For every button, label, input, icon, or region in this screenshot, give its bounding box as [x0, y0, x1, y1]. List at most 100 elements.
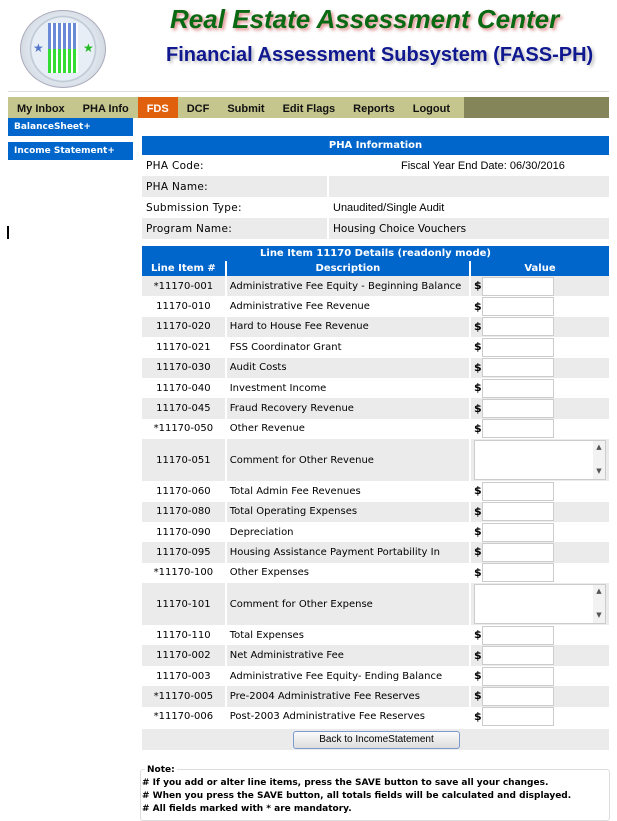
tab-edit-flags[interactable]: Edit Flags: [274, 97, 345, 118]
table-row: 11170-080 Total Operating Expenses $: [142, 501, 609, 522]
line-item-value: $: [471, 563, 609, 583]
value-input[interactable]: [482, 358, 554, 378]
value-input[interactable]: [482, 337, 554, 357]
table-row: 11170-101 Comment for Other Expense ▲ ▼: [142, 583, 609, 626]
table-row: 11170-003 Administrative Fee Equity- Endi…: [142, 666, 609, 686]
value-input[interactable]: [482, 378, 554, 398]
currency-symbol: $: [474, 525, 482, 539]
line-item-value: ▲ ▼: [471, 583, 609, 626]
line-item-number: 11170-002: [142, 645, 225, 666]
line-item-description: Housing Assistance Payment Portability I…: [226, 542, 469, 563]
line-item-number: *11170-050: [153, 423, 214, 435]
line-item-value: $: [471, 481, 609, 501]
line-item-number: 11170-110: [156, 629, 211, 641]
note-line: # If you add or alter line items, press …: [142, 778, 549, 788]
table-row: 11170-020 Hard to House Fee Revenue $: [142, 316, 609, 338]
tab-reports[interactable]: Reports: [344, 97, 404, 118]
line-item-description: Comment for Other Revenue: [226, 439, 469, 482]
line-item-value: $: [471, 666, 609, 686]
line-item-number: *11170-001: [142, 276, 225, 297]
line-item-description: Total Operating Expenses: [226, 501, 469, 522]
tab-my-inbox[interactable]: My Inbox: [8, 97, 74, 118]
line-item-number: 11170-090: [156, 526, 211, 538]
value-input[interactable]: [482, 707, 554, 727]
value-input[interactable]: [482, 646, 554, 666]
value-input[interactable]: [482, 522, 554, 542]
pha-name-label: PHA Name:: [142, 176, 327, 197]
back-to-income-statement-button[interactable]: Back to IncomeStatement: [293, 731, 460, 749]
line-item-number: 11170-003: [156, 670, 211, 682]
currency-symbol: $: [474, 401, 482, 415]
program-name-value: Housing Choice Vouchers: [329, 218, 609, 239]
currency-symbol: $: [474, 709, 482, 723]
line-item-value: $: [471, 419, 609, 439]
value-input[interactable]: [482, 399, 554, 419]
line-item-value: $: [471, 501, 609, 522]
currency-symbol: $: [474, 299, 482, 313]
value-input[interactable]: [482, 481, 554, 501]
value-input[interactable]: [482, 419, 554, 439]
comment-textarea[interactable]: ▲ ▼: [474, 440, 606, 481]
value-input[interactable]: [482, 317, 554, 337]
line-item-description: Comment for Other Expense: [226, 583, 469, 626]
site-subtitle: Financial Assessment Subsystem (FASS-PH): [166, 44, 594, 66]
scrollbar[interactable]: ▲ ▼: [593, 585, 605, 624]
line-item-details-table: Line Item 11170 Details (readonly mode) …: [140, 246, 611, 727]
line-item-value: $: [471, 296, 609, 317]
line-item-number: 11170-020: [142, 316, 225, 338]
line-item-description: Investment Income: [229, 382, 327, 394]
line-item-number: 11170-060: [156, 485, 211, 497]
note-line: # All fields marked with * are mandatory…: [142, 804, 352, 814]
table-row: *11170-050 Other Revenue $: [142, 419, 609, 439]
line-item-description: Depreciation: [229, 526, 294, 538]
tab-submit[interactable]: Submit: [218, 97, 273, 118]
value-input[interactable]: [482, 502, 554, 522]
comment-textarea[interactable]: ▲ ▼: [474, 584, 606, 625]
line-item-number: *11170-006: [153, 711, 214, 723]
site-title: Real Estate Assessment Center: [170, 4, 560, 34]
value-input[interactable]: [482, 542, 554, 562]
line-item-description: Administrative Fee Equity- Ending Balanc…: [229, 670, 443, 682]
currency-symbol: $: [474, 689, 482, 703]
line-item-number: 11170-021: [156, 341, 211, 353]
col-description: Description: [226, 261, 469, 276]
table-row: *11170-005 Pre-2004 Administrative Fee Re…: [142, 686, 609, 707]
line-item-value: $: [471, 337, 609, 357]
table-row: 11170-095 Housing Assistance Payment Port…: [142, 542, 609, 563]
col-line-item: Line Item #: [142, 261, 225, 276]
sidebar-item-balance-sheet[interactable]: BalanceSheet+: [8, 118, 133, 137]
value-input[interactable]: [482, 297, 554, 317]
line-item-description: Post-2003 Administrative Fee Reserves: [229, 711, 425, 723]
currency-symbol: $: [474, 340, 482, 354]
program-name-label: Program Name:: [142, 218, 327, 239]
value-input[interactable]: [482, 625, 554, 645]
tab-pha-info[interactable]: PHA Info: [74, 97, 138, 118]
value-input[interactable]: [482, 563, 554, 583]
tab-logout[interactable]: Logout: [404, 97, 459, 118]
line-item-value: $: [471, 645, 609, 666]
table-row: *11170-100 Other Expenses $: [142, 563, 609, 583]
line-item-description: Hard to House Fee Revenue: [226, 316, 469, 338]
pha-name-value: [329, 176, 609, 197]
value-input[interactable]: [482, 276, 554, 296]
sidebar-item-income-statement[interactable]: Income Statement+: [8, 142, 133, 161]
value-input[interactable]: [482, 666, 554, 686]
currency-symbol: $: [474, 360, 482, 374]
line-item-number: 11170-010: [156, 301, 211, 313]
line-item-description: Audit Costs: [226, 357, 469, 378]
table-row: *11170-006 Post-2003 Administrative Fee R…: [142, 707, 609, 727]
value-input[interactable]: [482, 686, 554, 706]
text-cursor: [7, 226, 9, 239]
table-row: 11170-051 Comment for Other Revenue ▲ ▼: [142, 439, 609, 482]
scrollbar[interactable]: ▲ ▼: [593, 441, 605, 480]
line-item-number: 11170-045: [142, 398, 225, 419]
pha-information-table: PHA Information PHA Code: Fiscal Year End…: [140, 136, 611, 239]
tab-dcf[interactable]: DCF: [178, 97, 219, 118]
tab-fds[interactable]: FDS: [137, 97, 178, 118]
line-item-description: Total Admin Fee Revenues: [229, 485, 361, 497]
currency-symbol: $: [474, 669, 482, 683]
table-row: 11170-002 Net Administrative Fee $: [142, 645, 609, 666]
table-row: 11170-090 Depreciation $: [142, 522, 609, 542]
line-item-number: 11170-080: [142, 501, 225, 522]
line-item-description: Pre-2004 Administrative Fee Reserves: [226, 686, 469, 707]
